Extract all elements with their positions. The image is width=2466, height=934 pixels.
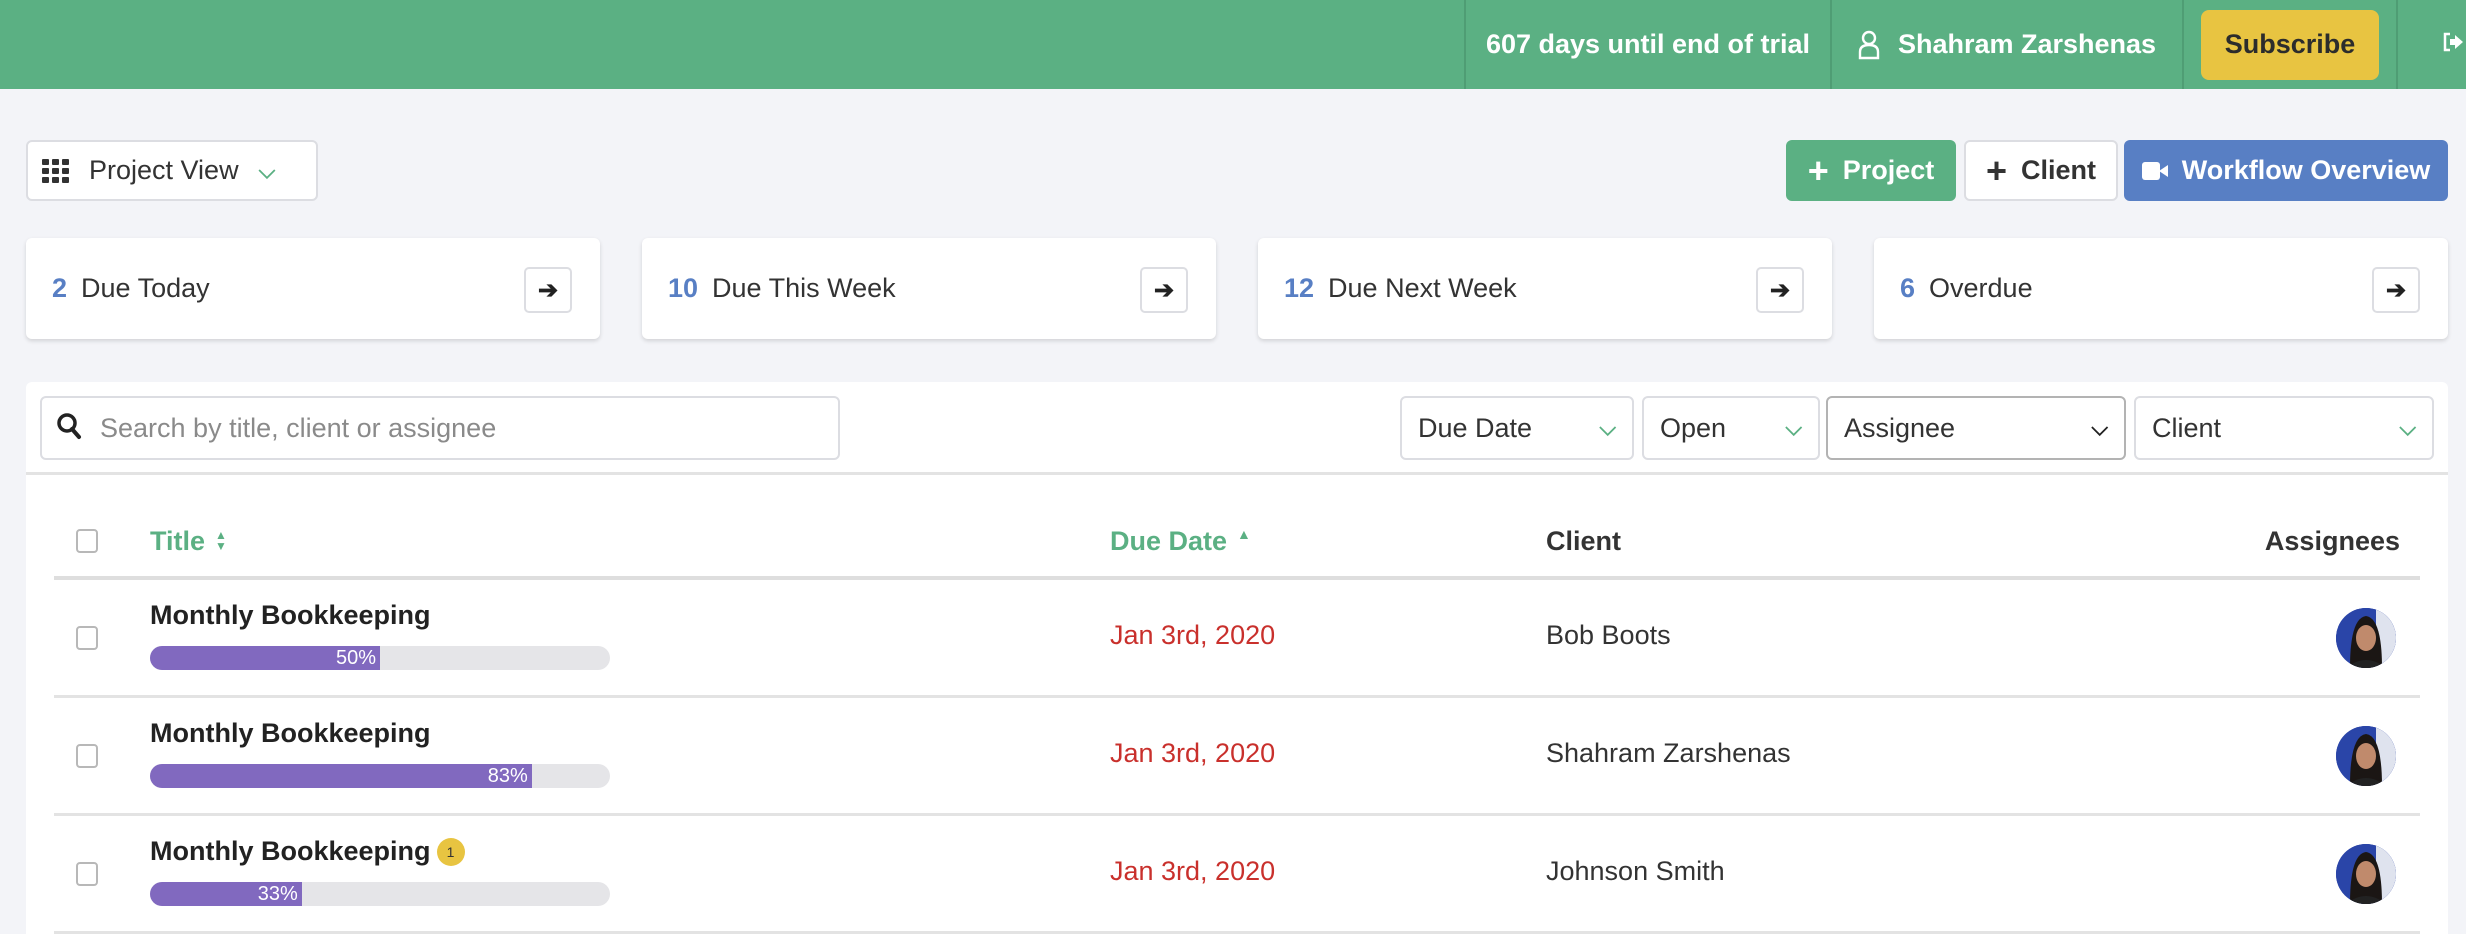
due-date: Jan 3rd, 2020 xyxy=(1110,856,1276,886)
stat-count: 12 xyxy=(1284,273,1315,303)
status-filter-label: Open xyxy=(1660,412,1727,443)
arrow-right-icon[interactable]: ➔ xyxy=(2372,267,2420,313)
table-header: Title ▲ ▼ Due Date ▲ Client Assignees xyxy=(54,502,2420,580)
client-name[interactable]: Shahram Zarshenas xyxy=(1546,738,1791,769)
table-row[interactable]: Monthly Bookkeeping 1 33% Jan 3rd, 2020 … xyxy=(54,816,2420,934)
plus-icon: + xyxy=(1985,149,2007,191)
project-title[interactable]: Monthly Bookkeeping xyxy=(150,600,431,631)
progress-fill: 33% xyxy=(150,882,302,906)
assignee-filter-label: Assignee xyxy=(1844,412,1956,443)
progress-fill: 83% xyxy=(150,764,532,788)
chevron-down-icon: ⌵ xyxy=(1785,415,1802,440)
table-row[interactable]: Monthly Bookkeeping 83% Jan 3rd, 2020 Sh… xyxy=(54,698,2420,816)
grid-icon xyxy=(42,158,69,183)
progress-fill: 50% xyxy=(150,646,380,670)
user-icon xyxy=(1858,30,1880,60)
user-name: Shahram Zarshenas xyxy=(1897,29,2157,59)
trial-status: 607 days until end of trial xyxy=(1464,0,1830,89)
projects-panel: Due Date ⌵ Open ⌵ Assignee ⌵ Client ⌵ Ti… xyxy=(26,382,2448,934)
column-header-assignees-label: Assignees xyxy=(2264,525,2400,556)
workflow-overview-button[interactable]: Workflow Overview xyxy=(2124,140,2448,201)
stat-count: 2 xyxy=(52,273,68,303)
progress-bar: 33% xyxy=(150,882,610,906)
user-menu[interactable]: Shahram Zarshenas xyxy=(1830,0,2182,89)
top-bar: 607 days until end of trial Shahram Zars… xyxy=(0,0,2466,89)
due-date-filter-label: Due Date xyxy=(1418,412,1533,443)
add-project-button[interactable]: + Project xyxy=(1786,140,1956,201)
stat-label: Due Today xyxy=(81,273,210,303)
client-filter-label: Client xyxy=(2152,412,2222,443)
progress-bar: 83% xyxy=(150,764,610,788)
select-all-cell xyxy=(76,502,98,580)
search-input[interactable] xyxy=(100,412,800,444)
search-box xyxy=(40,396,840,460)
add-client-label: Client xyxy=(2021,155,2097,185)
stat-card-overdue[interactable]: 6 Overdue ➔ xyxy=(1874,238,2448,339)
chevron-down-icon: ⌵ xyxy=(1599,415,1616,440)
row-checkbox[interactable] xyxy=(76,862,98,886)
stat-label: Due Next Week xyxy=(1328,273,1517,303)
column-header-client-label: Client xyxy=(1546,525,1622,556)
video-camera-icon xyxy=(2141,161,2168,180)
column-header-assignees: Assignees xyxy=(2265,502,2400,580)
status-filter[interactable]: Open ⌵ xyxy=(1642,396,1820,460)
select-all-checkbox[interactable] xyxy=(76,529,98,553)
chevron-down-icon: ⌵ xyxy=(2399,415,2416,440)
client-name[interactable]: Bob Boots xyxy=(1546,620,1671,651)
sort-ascending-icon: ▲ xyxy=(1237,526,1251,542)
project-title-text: Monthly Bookkeeping xyxy=(150,600,431,630)
project-title-text: Monthly Bookkeeping xyxy=(150,718,431,748)
add-client-button[interactable]: + Client xyxy=(1964,140,2118,201)
filter-bar: Due Date ⌵ Open ⌵ Assignee ⌵ Client ⌵ xyxy=(26,382,2448,475)
project-title-text: Monthly Bookkeeping xyxy=(150,836,431,866)
sort-icon: ▲ ▼ xyxy=(215,528,227,553)
column-header-due-date-label: Due Date xyxy=(1110,525,1228,556)
assignee-avatar[interactable] xyxy=(2336,726,2396,786)
arrow-right-icon[interactable]: ➔ xyxy=(524,267,572,313)
workflow-overview-label: Workflow Overview xyxy=(2181,155,2431,185)
column-header-title-label: Title xyxy=(150,525,206,556)
due-date: Jan 3rd, 2020 xyxy=(1110,620,1276,650)
logout-button[interactable] xyxy=(2396,0,2466,89)
project-title[interactable]: Monthly Bookkeeping 1 xyxy=(150,836,465,867)
sign-out-icon xyxy=(2442,29,2464,60)
due-date-filter[interactable]: Due Date ⌵ xyxy=(1400,396,1634,460)
chevron-down-icon: ⌵ xyxy=(258,157,276,183)
arrow-right-icon[interactable]: ➔ xyxy=(1140,267,1188,313)
row-checkbox[interactable] xyxy=(76,626,98,650)
row-checkbox[interactable] xyxy=(76,744,98,768)
stat-card-due-this-week[interactable]: 10 Due This Week ➔ xyxy=(642,238,1216,339)
notification-badge: 1 xyxy=(436,837,465,866)
view-select-label: Project View xyxy=(89,155,239,185)
subscribe-cell: Subscribe xyxy=(2182,0,2396,89)
client-filter[interactable]: Client ⌵ xyxy=(2134,396,2434,460)
due-date: Jan 3rd, 2020 xyxy=(1110,738,1276,768)
client-name[interactable]: Johnson Smith xyxy=(1546,856,1725,887)
progress-bar: 50% xyxy=(150,646,610,670)
stat-card-due-next-week[interactable]: 12 Due Next Week ➔ xyxy=(1258,238,1832,339)
trial-text: 607 days until end of trial xyxy=(1485,29,1811,59)
table-row[interactable]: Monthly Bookkeeping 50% Jan 3rd, 2020 Bo… xyxy=(54,580,2420,698)
search-icon xyxy=(56,412,82,445)
plus-icon: + xyxy=(1807,149,1829,191)
project-title[interactable]: Monthly Bookkeeping xyxy=(150,718,431,749)
assignee-avatar[interactable] xyxy=(2336,844,2396,904)
column-header-due-date[interactable]: Due Date ▲ xyxy=(1110,502,1251,580)
view-select[interactable]: Project View ⌵ xyxy=(26,140,318,201)
stat-label: Due This Week xyxy=(712,273,896,303)
chevron-down-icon: ⌵ xyxy=(2091,415,2108,440)
subscribe-button[interactable]: Subscribe xyxy=(2200,9,2380,80)
arrow-right-icon[interactable]: ➔ xyxy=(1756,267,1804,313)
stat-card-due-today[interactable]: 2 Due Today ➔ xyxy=(26,238,600,339)
stat-count: 6 xyxy=(1900,273,1916,303)
assignee-filter[interactable]: Assignee ⌵ xyxy=(1826,396,2126,460)
assignee-avatar[interactable] xyxy=(2336,608,2396,668)
column-header-client: Client xyxy=(1546,502,1621,580)
stat-label: Overdue xyxy=(1929,273,2033,303)
add-project-label: Project xyxy=(1842,155,1935,185)
column-header-title[interactable]: Title ▲ ▼ xyxy=(150,502,227,580)
stat-count: 10 xyxy=(668,273,699,303)
